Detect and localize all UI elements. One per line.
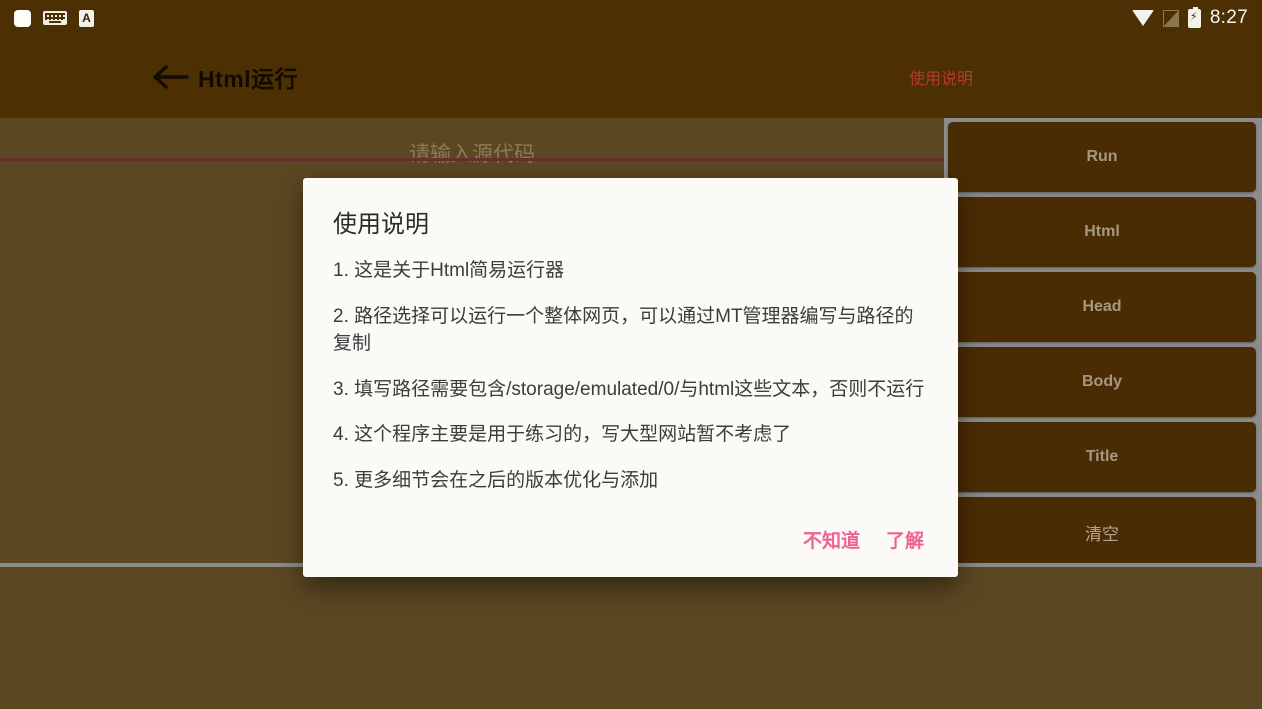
page-title: Html运行 [198,66,299,92]
status-bar: A 8:27 [0,0,1262,36]
dialog-positive-button[interactable]: 了解 [886,526,924,553]
signal-off-icon [1162,9,1179,27]
status-bar-right-icons: 8:27 [1131,6,1248,29]
instructions-dialog: 使用说明 1. 这是关于Html简易运行器 2. 路径选择可以运行一个整体网页，… [303,178,958,578]
status-bar-left-icons: A [14,9,94,27]
battery-charging-icon [1187,6,1201,28]
source-code-underline [0,158,944,161]
dialog-item: 5. 更多细节会在之后的版本优化与添加 [333,469,659,491]
dialog-item: 2. 路径选择可以运行一个整体网页，可以通过MT管理器编写与路径的复制 [333,305,914,355]
run-button[interactable]: Run [948,122,1256,192]
dialog-actions: 不知道 了解 [333,518,928,563]
dialog-item: 4. 这个程序主要是用于练习的，写大型网站暂不考虑了 [333,424,792,446]
status-bar-clock: 8:27 [1209,7,1248,28]
app-root: A 8:27 Html运行 使用说明 请输入源代码 Run [0,0,1262,709]
head-button[interactable]: Head [948,272,1256,342]
source-code-placeholder: 请输入源代码 [409,143,535,166]
html-button[interactable]: Html [948,197,1256,267]
dialog-item: 1. 这是关于Html简易运行器 [333,260,565,281]
path-input-area[interactable]: 如果是路径运行的话，请填写路径 [0,567,1262,709]
action-button-column: Run Html Head Body Title 清空 [948,118,1262,570]
app-bar: Html运行 使用说明 [0,36,1262,118]
dialog-item: 3. 填写路径需要包含/storage/emulated/0/与html这些文本… [333,378,925,400]
body-button[interactable]: Body [948,347,1256,417]
dialog-body: 1. 这是关于Html简易运行器 2. 路径选择可以运行一个整体网页，可以通过M… [333,257,928,518]
wifi-icon [1131,10,1154,26]
instructions-link[interactable]: 使用说明 [909,65,973,89]
back-arrow-icon[interactable] [152,64,190,90]
letter-a-icon: A [79,9,94,27]
dialog-title: 使用说明 [333,211,429,238]
title-button[interactable]: Title [948,422,1256,492]
clear-button[interactable]: 清空 [948,497,1256,567]
rounded-square-icon [14,9,31,27]
keyboard-icon [43,11,67,25]
dialog-negative-button[interactable]: 不知道 [803,526,860,553]
